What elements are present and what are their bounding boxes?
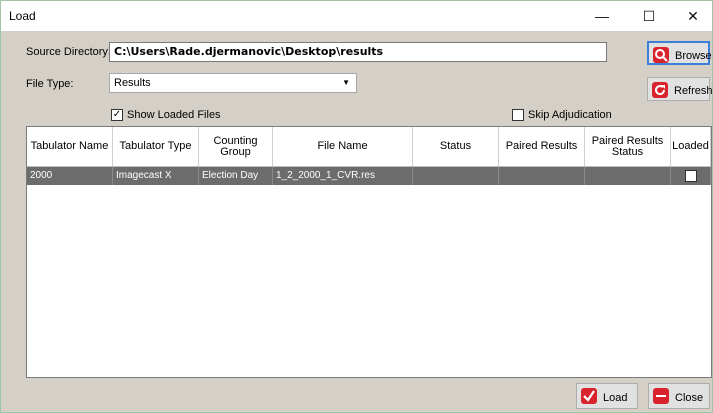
column-header[interactable]: Tabulator Name [27, 127, 113, 166]
search-icon [653, 47, 669, 63]
paired-results-status-cell [585, 167, 671, 185]
show-loaded-files-checkbox[interactable]: ✓ [111, 109, 123, 121]
close-label: Close [675, 392, 704, 404]
column-header[interactable]: Paired Results Status [585, 127, 671, 166]
dropdown-arrow-icon: ▼ [342, 78, 350, 87]
minimize-button[interactable]: — [579, 1, 625, 31]
close-icon [653, 388, 669, 404]
column-header[interactable]: Paired Results [499, 127, 585, 166]
column-header[interactable]: Loaded [671, 127, 711, 166]
column-header[interactable]: Tabulator Type [113, 127, 199, 166]
file-name-cell: 1_2_2000_1_CVR.res [273, 167, 413, 185]
file-type-select[interactable]: Results ▼ [109, 73, 357, 93]
window-title: Load [9, 9, 36, 23]
loaded-checkbox[interactable] [685, 170, 697, 182]
browse-label: Browse [675, 50, 712, 62]
show-loaded-files-label: Show Loaded Files [127, 109, 221, 121]
tabulator-name-cell: 2000 [27, 167, 113, 185]
loaded-cell [671, 167, 711, 185]
load-window: Load — ☐ ✕ Source Directory: C:\Users\Ra… [0, 0, 713, 413]
title-bar: Load — ☐ ✕ [1, 1, 712, 31]
checkmark-icon [581, 388, 597, 404]
file-type-value: Results [114, 77, 151, 89]
maximize-button[interactable]: ☐ [626, 1, 672, 31]
close-window-button[interactable]: ✕ [670, 1, 713, 31]
load-label: Load [603, 392, 628, 404]
column-header[interactable]: Counting Group [199, 127, 273, 166]
skip-adjudication-label: Skip Adjudication [528, 109, 612, 121]
refresh-button[interactable]: Refresh [647, 77, 713, 101]
source-directory-input[interactable]: C:\Users\Rade.djermanovic\Desktop\result… [109, 42, 607, 62]
files-grid[interactable]: Tabulator Name Tabulator Type Counting G… [26, 126, 712, 378]
paired-results-cell [499, 167, 585, 185]
refresh-icon [652, 82, 668, 98]
source-directory-label: Source Directory: [26, 46, 111, 58]
file-type-label: File Type: [26, 78, 74, 90]
browse-button[interactable]: Browse [647, 41, 712, 65]
counting-group-cell: Election Day [199, 167, 273, 185]
close-button[interactable]: Close [648, 383, 710, 409]
column-header[interactable]: File Name [273, 127, 413, 166]
load-button[interactable]: Load [576, 383, 638, 409]
table-row[interactable]: 2000 Imagecast X Election Day 1_2_2000_1… [27, 167, 711, 185]
grid-header: Tabulator Name Tabulator Type Counting G… [27, 127, 711, 167]
status-cell [413, 167, 499, 185]
skip-adjudication-checkbox[interactable] [512, 109, 524, 121]
tabulator-type-cell: Imagecast X [113, 167, 199, 185]
column-header[interactable]: Status [413, 127, 499, 166]
refresh-label: Refresh [674, 85, 713, 97]
